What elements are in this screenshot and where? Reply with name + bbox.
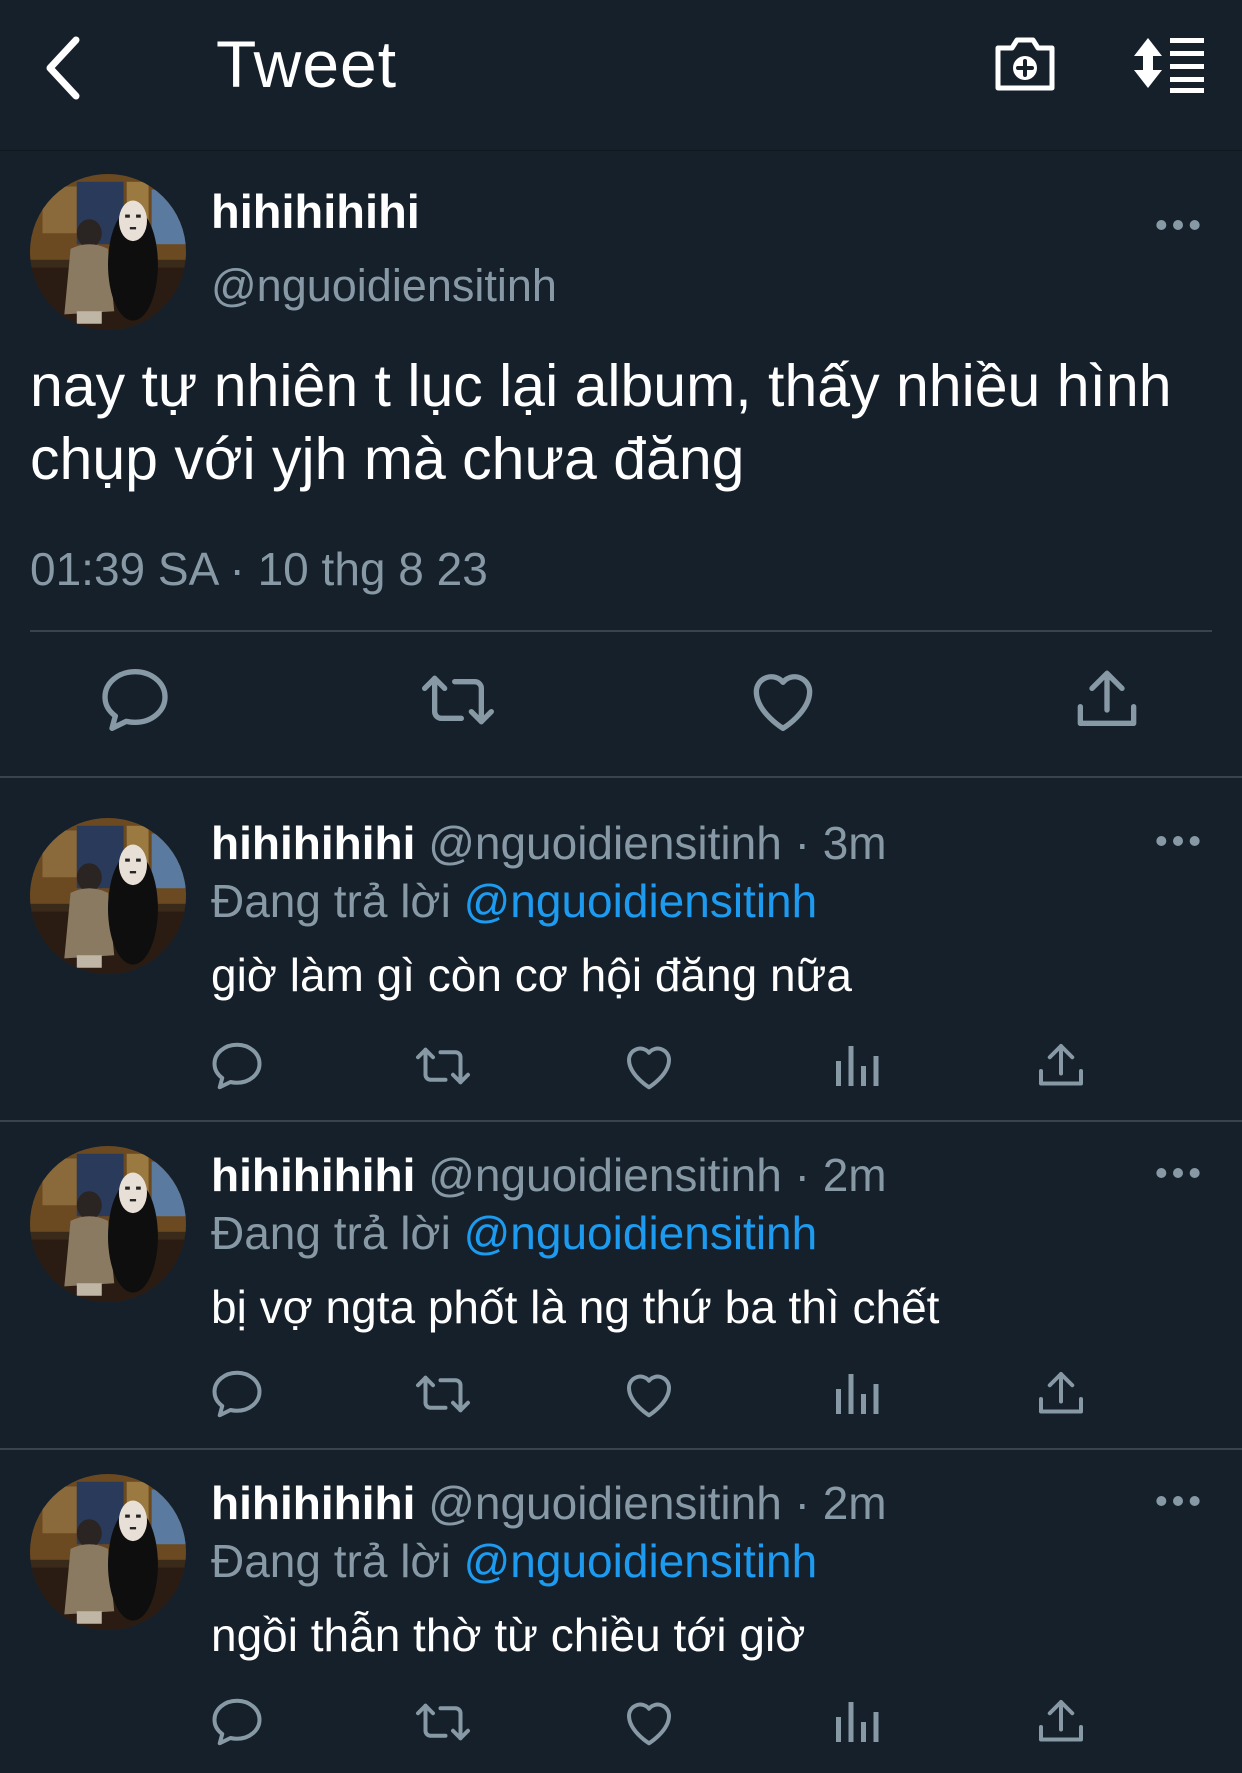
divider [30, 630, 1212, 632]
separator: · [794, 1477, 810, 1529]
share-icon [1031, 1036, 1091, 1096]
username[interactable]: @nguoidiensitinh [428, 1477, 782, 1529]
display-name[interactable]: hihihihihi [211, 1477, 415, 1529]
mention-link[interactable]: @nguoidiensitinh [464, 875, 818, 927]
like-icon [619, 1036, 679, 1096]
mention-link[interactable]: @nguoidiensitinh [464, 1535, 818, 1587]
separator: · [794, 1149, 810, 1201]
timestamp[interactable]: 3m [823, 817, 887, 869]
reply-text: bị vợ ngta phốt là ng thứ ba thì chết [211, 1281, 940, 1333]
timestamp[interactable]: 2m [823, 1149, 887, 1201]
reply-icon [207, 1364, 267, 1424]
more-options-button[interactable] [1153, 1158, 1203, 1188]
avatar[interactable] [30, 1474, 186, 1630]
tweet-text: nay tự nhiên t lục lại album, thấy nhiều… [30, 353, 1172, 492]
more-options-button[interactable] [1153, 826, 1203, 856]
main-tweet: hihihihihi @nguoidiensitinh nay tự nhiên… [0, 150, 1242, 778]
reply-header: hihihihihi @nguoidiensitinh · 3m [211, 816, 887, 870]
display-name[interactable]: hihihihihi [211, 817, 415, 869]
camera-button[interactable] [990, 32, 1060, 98]
stats-icon [826, 1364, 886, 1424]
retweet-icon [413, 1364, 473, 1424]
reply-header: hihihihihi @nguoidiensitinh · 2m [211, 1148, 887, 1202]
display-name[interactable]: hihihihihi [211, 184, 420, 239]
stats-icon [826, 1036, 886, 1096]
retweet-icon [413, 1692, 473, 1752]
reply-tweet[interactable]: hihihihihi @nguoidiensitinh · 2m Đang tr… [0, 1122, 1242, 1450]
avatar-image [30, 818, 186, 974]
like-icon [743, 660, 823, 740]
back-button[interactable] [38, 28, 108, 108]
retweet-button[interactable] [418, 660, 498, 740]
avatar[interactable] [30, 1146, 186, 1302]
timestamp[interactable]: 2m [823, 1477, 887, 1529]
reply-button[interactable] [207, 1692, 267, 1752]
share-button[interactable] [1031, 1364, 1091, 1424]
avatar[interactable] [30, 174, 186, 330]
reply-text: ngồi thẫn thờ từ chiều tới giờ [211, 1609, 806, 1661]
stats-button[interactable] [826, 1364, 886, 1424]
page-title: Tweet [216, 27, 398, 101]
replying-label: Đang trả lời [211, 1207, 451, 1259]
more-dots-icon [1153, 1158, 1203, 1188]
avatar-image [30, 1146, 186, 1302]
retweet-icon [413, 1036, 473, 1096]
reply-icon [207, 1036, 267, 1096]
reply-icon [207, 1692, 267, 1752]
retweet-icon [418, 660, 498, 740]
share-button[interactable] [1031, 1036, 1091, 1096]
camera-add-icon [995, 37, 1055, 91]
reply-tweet[interactable]: hihihihihi @nguoidiensitinh · 3m Đang tr… [0, 778, 1242, 1122]
more-dots-icon [1153, 1486, 1203, 1516]
reply-tweet[interactable]: hihihihihi @nguoidiensitinh · 2m Đang tr… [0, 1450, 1242, 1773]
like-button[interactable] [619, 1036, 679, 1096]
avatar-image [30, 1474, 186, 1630]
like-button[interactable] [619, 1692, 679, 1752]
display-name[interactable]: hihihihihi [211, 1149, 415, 1201]
like-icon [619, 1364, 679, 1424]
avatar-image [30, 174, 186, 330]
top-nav-bar: Tweet [0, 0, 1242, 151]
username[interactable]: @nguoidiensitinh [211, 260, 557, 312]
sort-list-icon [1134, 38, 1204, 93]
reply-icon [95, 660, 175, 740]
more-dots-icon [1153, 826, 1203, 856]
share-icon [1031, 1364, 1091, 1424]
avatar[interactable] [30, 818, 186, 974]
replying-to: Đang trả lời @nguoidiensitinh [211, 874, 817, 928]
reply-button[interactable] [207, 1036, 267, 1096]
replying-label: Đang trả lời [211, 875, 451, 927]
retweet-button[interactable] [413, 1692, 473, 1752]
tweet-timestamp[interactable]: 01:39 SA · 10 thg 8 23 [30, 542, 488, 596]
more-options-button[interactable] [1153, 210, 1203, 240]
retweet-button[interactable] [413, 1036, 473, 1096]
reply-button[interactable] [207, 1364, 267, 1424]
stats-button[interactable] [826, 1036, 886, 1096]
username[interactable]: @nguoidiensitinh [428, 1149, 782, 1201]
retweet-button[interactable] [413, 1364, 473, 1424]
more-options-button[interactable] [1153, 1486, 1203, 1516]
replying-to: Đang trả lời @nguoidiensitinh [211, 1534, 817, 1588]
replying-label: Đang trả lời [211, 1535, 451, 1587]
share-icon [1067, 660, 1147, 740]
username[interactable]: @nguoidiensitinh [428, 817, 782, 869]
share-button[interactable] [1067, 660, 1147, 740]
separator: · [794, 817, 810, 869]
share-button[interactable] [1031, 1692, 1091, 1752]
like-button[interactable] [743, 660, 823, 740]
share-icon [1031, 1692, 1091, 1752]
stats-icon [826, 1692, 886, 1752]
replying-to: Đang trả lời @nguoidiensitinh [211, 1206, 817, 1260]
reply-header: hihihihihi @nguoidiensitinh · 2m [211, 1476, 887, 1530]
chevron-left-icon [46, 36, 80, 100]
like-icon [619, 1692, 679, 1752]
sort-button[interactable] [1128, 32, 1208, 98]
stats-button[interactable] [826, 1692, 886, 1752]
mention-link[interactable]: @nguoidiensitinh [464, 1207, 818, 1259]
more-dots-icon [1153, 210, 1203, 240]
like-button[interactable] [619, 1364, 679, 1424]
reply-button[interactable] [95, 660, 175, 740]
reply-text: giờ làm gì còn cơ hội đăng nữa [211, 949, 852, 1001]
